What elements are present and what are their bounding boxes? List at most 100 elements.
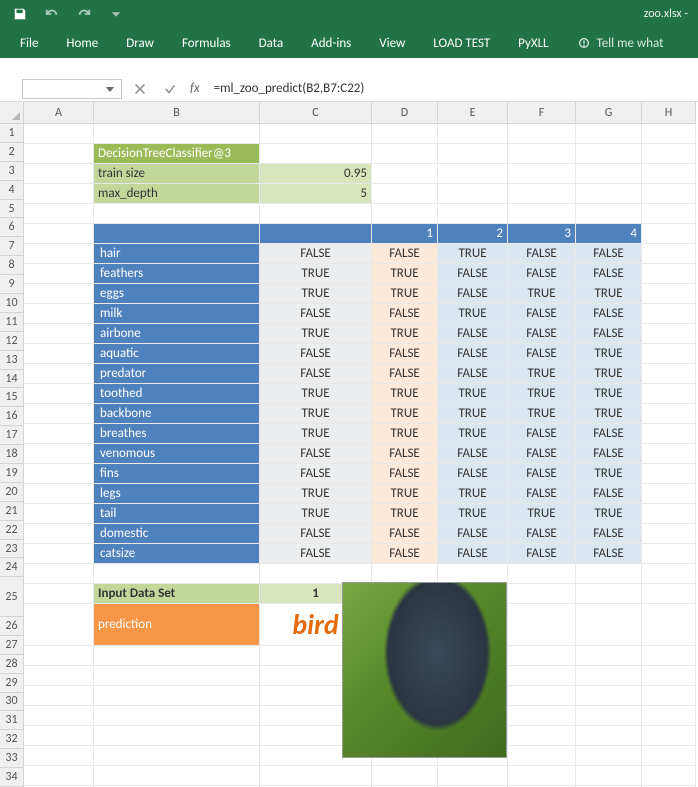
cell-E3[interactable] bbox=[438, 164, 508, 184]
cell-C14[interactable]: TRUE bbox=[260, 384, 372, 404]
cell-G2[interactable] bbox=[576, 144, 642, 164]
cell-F28[interactable] bbox=[508, 686, 576, 706]
cell-G16[interactable]: FALSE bbox=[576, 424, 642, 444]
column-header-G[interactable]: G bbox=[576, 102, 642, 124]
cell-F29[interactable] bbox=[508, 706, 576, 726]
cell-A32[interactable] bbox=[24, 766, 94, 786]
cell-A26[interactable] bbox=[24, 646, 94, 666]
cell-C21[interactable]: FALSE bbox=[260, 524, 372, 544]
cell-G13[interactable]: TRUE bbox=[576, 364, 642, 384]
cell-E11[interactable]: FALSE bbox=[438, 324, 508, 344]
cell-D9[interactable]: TRUE bbox=[372, 284, 438, 304]
cell-B1[interactable] bbox=[94, 124, 260, 144]
cell-A23[interactable] bbox=[24, 564, 94, 584]
cell-E16[interactable]: TRUE bbox=[438, 424, 508, 444]
cell-G19[interactable]: FALSE bbox=[576, 484, 642, 504]
cell-F32[interactable] bbox=[508, 766, 576, 786]
cell-B24[interactable]: Input Data Set bbox=[94, 584, 260, 604]
cell-C23[interactable] bbox=[260, 564, 372, 584]
cell-G31[interactable] bbox=[576, 746, 642, 766]
cell-D11[interactable]: TRUE bbox=[372, 324, 438, 344]
name-box[interactable] bbox=[22, 79, 122, 99]
cell-B21[interactable]: domestic bbox=[94, 524, 260, 544]
cell-H2[interactable] bbox=[642, 144, 696, 164]
tell-me-search[interactable]: Tell me what bbox=[569, 36, 672, 51]
cell-A24[interactable] bbox=[24, 584, 94, 604]
row-header-21[interactable]: 21 bbox=[0, 502, 24, 521]
cell-F11[interactable]: FALSE bbox=[508, 324, 576, 344]
cell-A25[interactable] bbox=[24, 604, 94, 646]
row-header-27[interactable]: 27 bbox=[0, 636, 24, 655]
cell-A3[interactable] bbox=[24, 164, 94, 184]
cell-C12[interactable]: FALSE bbox=[260, 344, 372, 364]
cell-B23[interactable] bbox=[94, 564, 260, 584]
cell-F18[interactable]: FALSE bbox=[508, 464, 576, 484]
cell-H15[interactable] bbox=[642, 404, 696, 424]
cell-G28[interactable] bbox=[576, 686, 642, 706]
cell-G17[interactable]: FALSE bbox=[576, 444, 642, 464]
cell-H29[interactable] bbox=[642, 706, 696, 726]
cell-E32[interactable] bbox=[438, 766, 508, 786]
cell-B5[interactable] bbox=[94, 204, 260, 224]
cell-C8[interactable]: TRUE bbox=[260, 264, 372, 284]
row-header-29[interactable]: 29 bbox=[0, 674, 24, 693]
row-header-23[interactable]: 23 bbox=[0, 540, 24, 559]
column-header-A[interactable]: A bbox=[24, 102, 94, 124]
cell-B7[interactable]: hair bbox=[94, 244, 260, 264]
cell-E21[interactable]: FALSE bbox=[438, 524, 508, 544]
spreadsheet-grid[interactable]: ABCDEFGH 1234567891011121314151617181920… bbox=[0, 102, 698, 787]
cell-F4[interactable] bbox=[508, 184, 576, 204]
cell-G24[interactable] bbox=[576, 584, 642, 604]
cell-G7[interactable]: FALSE bbox=[576, 244, 642, 264]
column-header-C[interactable]: C bbox=[260, 102, 372, 124]
cell-A19[interactable] bbox=[24, 484, 94, 504]
cell-G32[interactable] bbox=[576, 766, 642, 786]
cell-D20[interactable]: TRUE bbox=[372, 504, 438, 524]
cell-H5[interactable] bbox=[642, 204, 696, 224]
cell-H3[interactable] bbox=[642, 164, 696, 184]
cell-B4[interactable]: max_depth bbox=[94, 184, 260, 204]
cell-E5[interactable] bbox=[438, 204, 508, 224]
cell-B12[interactable]: aquatic bbox=[94, 344, 260, 364]
qat-customize-button[interactable] bbox=[102, 3, 130, 25]
formula-input[interactable]: =ml_zoo_predict(B2,B7:C22) bbox=[208, 79, 696, 99]
row-header-25[interactable]: 25 bbox=[0, 577, 24, 617]
cell-H9[interactable] bbox=[642, 284, 696, 304]
cell-B20[interactable]: tail bbox=[94, 504, 260, 524]
row-header-32[interactable]: 32 bbox=[0, 730, 24, 749]
cell-B31[interactable] bbox=[94, 746, 260, 766]
cell-G9[interactable]: TRUE bbox=[576, 284, 642, 304]
cell-C2[interactable] bbox=[260, 144, 372, 164]
cell-B15[interactable]: backbone bbox=[94, 404, 260, 424]
cell-D10[interactable]: FALSE bbox=[372, 304, 438, 324]
cell-B11[interactable]: airbone bbox=[94, 324, 260, 344]
row-header-9[interactable]: 9 bbox=[0, 275, 24, 294]
row-header-24[interactable]: 24 bbox=[0, 558, 24, 577]
cell-D23[interactable] bbox=[372, 564, 438, 584]
cell-F12[interactable]: FALSE bbox=[508, 344, 576, 364]
cell-G29[interactable] bbox=[576, 706, 642, 726]
cell-F27[interactable] bbox=[508, 666, 576, 686]
cell-G21[interactable]: FALSE bbox=[576, 524, 642, 544]
cell-E2[interactable] bbox=[438, 144, 508, 164]
cell-B17[interactable]: venomous bbox=[94, 444, 260, 464]
row-header-33[interactable]: 33 bbox=[0, 749, 24, 768]
cell-H30[interactable] bbox=[642, 726, 696, 746]
cell-B8[interactable]: feathers bbox=[94, 264, 260, 284]
cell-F10[interactable]: FALSE bbox=[508, 304, 576, 324]
cell-A29[interactable] bbox=[24, 706, 94, 726]
row-header-19[interactable]: 19 bbox=[0, 464, 24, 483]
tab-home[interactable]: Home bbox=[52, 28, 112, 58]
cell-E22[interactable]: FALSE bbox=[438, 544, 508, 564]
cell-F26[interactable] bbox=[508, 646, 576, 666]
cell-H1[interactable] bbox=[642, 124, 696, 144]
cell-H14[interactable] bbox=[642, 384, 696, 404]
cell-F24[interactable] bbox=[508, 584, 576, 604]
cell-G10[interactable]: FALSE bbox=[576, 304, 642, 324]
row-header-7[interactable]: 7 bbox=[0, 237, 24, 256]
row-header-18[interactable]: 18 bbox=[0, 445, 24, 464]
cell-C32[interactable] bbox=[260, 766, 372, 786]
cell-A8[interactable] bbox=[24, 264, 94, 284]
cell-D15[interactable]: TRUE bbox=[372, 404, 438, 424]
cell-D22[interactable]: FALSE bbox=[372, 544, 438, 564]
